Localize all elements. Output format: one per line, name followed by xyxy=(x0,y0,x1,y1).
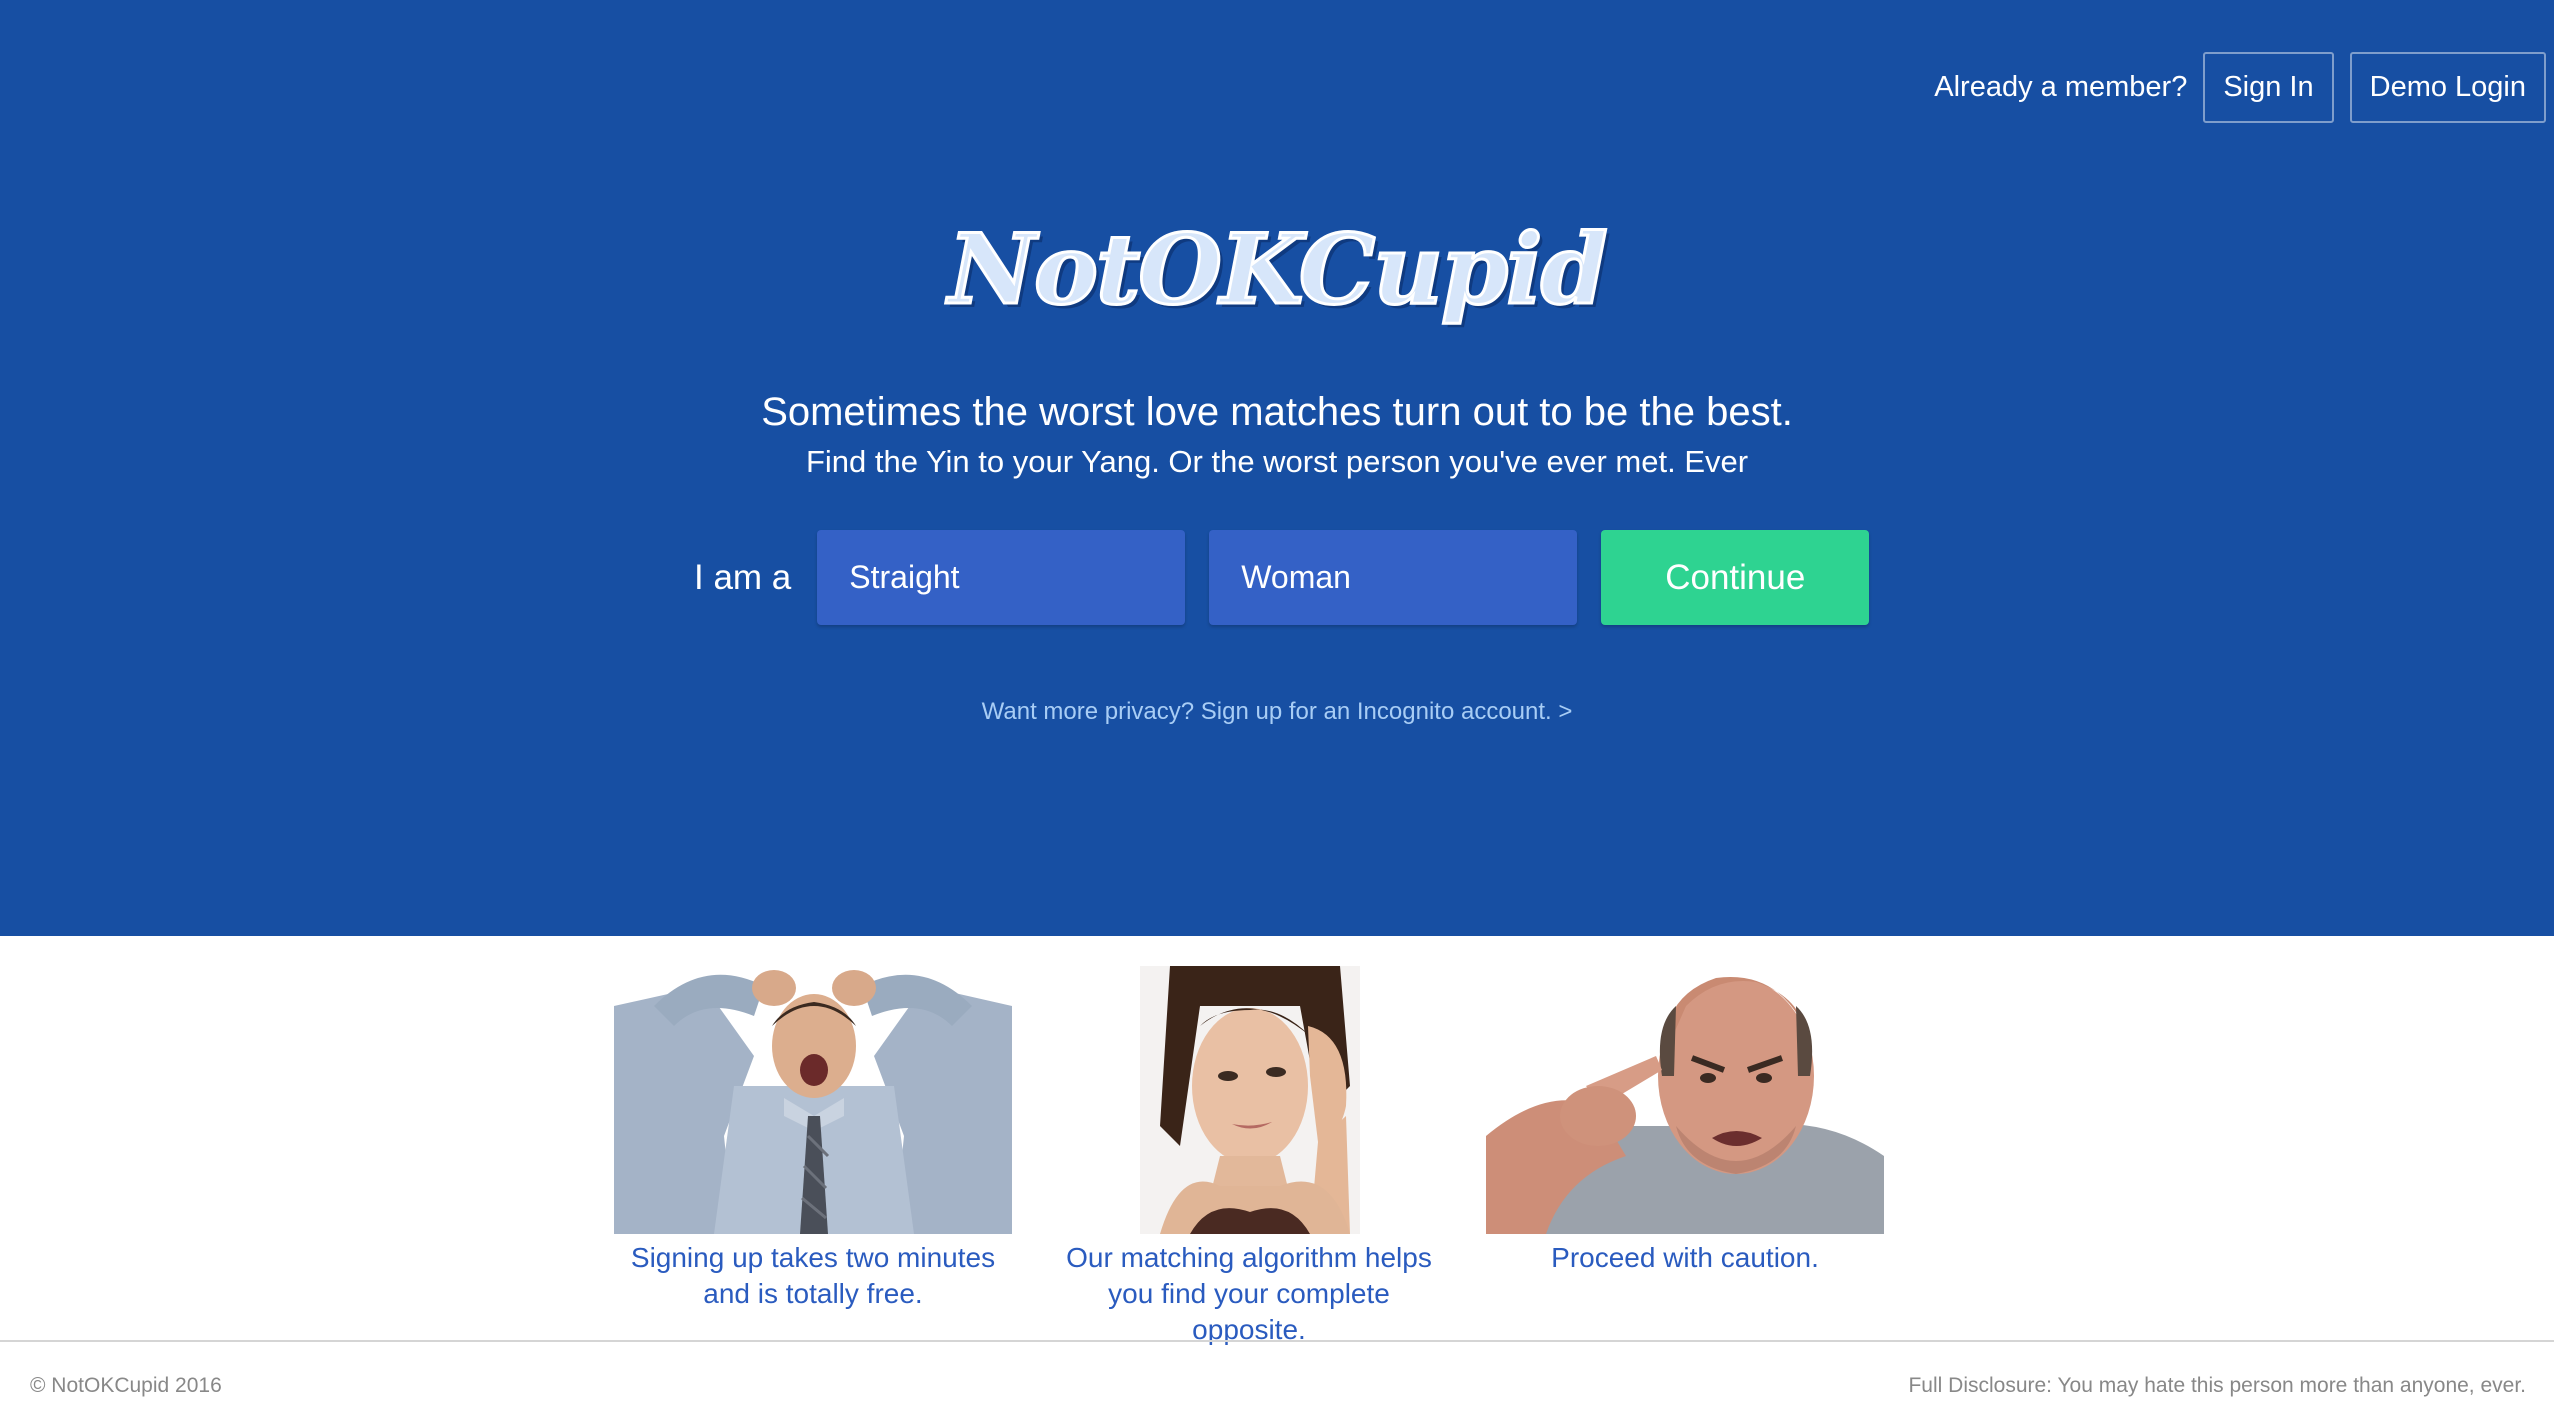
sign-in-button[interactable]: Sign In xyxy=(2203,52,2334,123)
orientation-select[interactable]: Straight xyxy=(817,530,1186,625)
feature-card: Our matching algorithm helps you find yo… xyxy=(1050,966,1448,1348)
signup-form: I am a Straight Woman Continue xyxy=(694,530,1870,625)
angry-pointing-man-photo xyxy=(1486,966,1884,1234)
stressed-man-photo xyxy=(614,966,1012,1234)
hero-section: Already a member? Sign In Demo Login Not… xyxy=(0,0,2554,936)
features-section: Signing up takes two minutes and is tota… xyxy=(614,966,1884,1348)
feature-caption: Our matching algorithm helps you find yo… xyxy=(1050,1240,1448,1348)
caption-line-1: Proceed with caution. xyxy=(1551,1242,1819,1273)
already-member-text: Already a member? xyxy=(1934,71,2188,103)
tagline: Sometimes the worst love matches turn ou… xyxy=(761,390,1793,434)
continue-button[interactable]: Continue xyxy=(1601,530,1870,625)
logo-text: NotOKCupid xyxy=(947,212,1610,328)
i-am-a-label: I am a xyxy=(694,557,792,597)
listening-woman-photo xyxy=(1050,966,1448,1234)
footer-divider xyxy=(0,1340,2554,1342)
demo-login-button[interactable]: Demo Login xyxy=(2349,52,2546,123)
caption-line-1: Signing up takes two minutes xyxy=(630,1242,996,1273)
footer-copyright: © NotOKCupid 2016 xyxy=(30,1374,222,1397)
feature-caption: Proceed with caution. xyxy=(1551,1240,1819,1276)
footer-disclosure: Full Disclosure: You may hate this perso… xyxy=(1908,1374,2526,1397)
feature-caption: Signing up takes two minutes and is tota… xyxy=(631,1240,995,1312)
logo: NotOKCupid xyxy=(0,212,2554,328)
feature-card: Proceed with caution. xyxy=(1486,966,1884,1348)
top-nav: Already a member? Sign In Demo Login xyxy=(1934,52,2546,123)
subtagline: Find the Yin to your Yang. Or the worst … xyxy=(805,444,1749,479)
incognito-signup-link[interactable]: Want more privacy? Sign up for an Incogn… xyxy=(0,698,2554,726)
feature-card: Signing up takes two minutes and is tota… xyxy=(614,966,1012,1348)
caption-line-2: and is totally free. xyxy=(703,1278,923,1309)
gender-select[interactable]: Woman xyxy=(1209,530,1578,625)
caption-line-2: you find your complete opposite. xyxy=(1108,1278,1390,1345)
caption-line-1: Our matching algorithm helps xyxy=(1066,1242,1432,1273)
